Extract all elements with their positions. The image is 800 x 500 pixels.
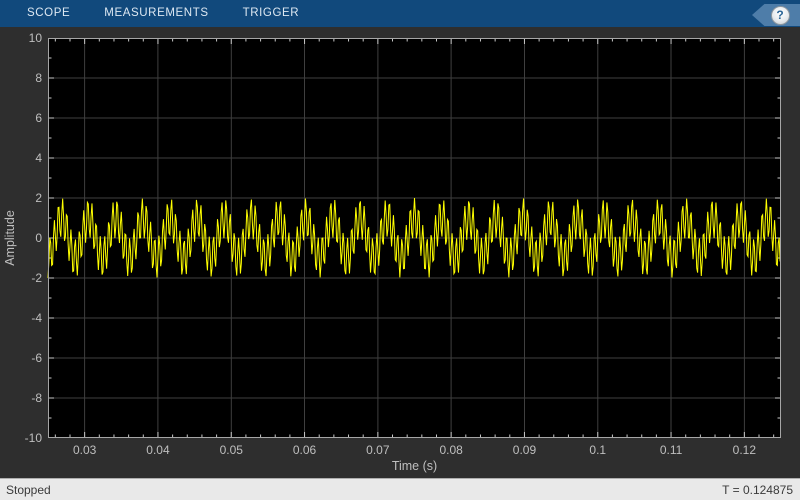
x-tick-label: 0.06 <box>293 443 317 457</box>
y-tick-label: 0 <box>35 231 42 245</box>
scope-plot-canvas: -10 -8 -6 -4 -2 0 2 4 6 8 10 0.03 0.04 0.05 0.06 0.07 0.… <box>3 31 781 473</box>
x-tick-label: 0.08 <box>439 443 463 457</box>
y-tick-label: 6 <box>35 111 42 125</box>
x-tick-label: 0.1 <box>589 443 606 457</box>
y-tick-label: -4 <box>31 311 42 325</box>
help-ribbon: ? <box>752 4 800 26</box>
x-axis-label: Time (s) <box>392 459 437 473</box>
scope-window: SCOPE MEASUREMENTS TRIGGER ? -10 -8 -6 -4 -2… <box>0 0 800 500</box>
simulation-time: T = 0.124875 <box>722 482 793 497</box>
help-button[interactable]: ? <box>770 5 790 25</box>
plot-panel: -10 -8 -6 -4 -2 0 2 4 6 8 10 0.03 0.04 0.05 0.06 0.07 0.… <box>0 27 800 478</box>
y-tick-label: 2 <box>35 191 42 205</box>
y-tick-label: 8 <box>35 71 42 85</box>
y-tick-label: -2 <box>31 271 42 285</box>
x-tick-label: 0.11 <box>660 443 683 457</box>
status-bar: Stopped T = 0.124875 <box>0 478 800 500</box>
x-tick-label: 0.03 <box>73 443 97 457</box>
y-tick-label: 10 <box>29 31 43 45</box>
y-tick-label: -6 <box>31 351 42 365</box>
y-tick-label: -8 <box>31 391 42 405</box>
tab-scope[interactable]: SCOPE <box>18 0 79 27</box>
x-tick-label: 0.05 <box>220 443 244 457</box>
x-tick-label: 0.09 <box>513 443 537 457</box>
y-axis-label: Amplitude <box>3 210 17 266</box>
x-tick-label: 0.04 <box>146 443 170 457</box>
x-tick-label: 0.07 <box>366 443 390 457</box>
y-tick-label: 4 <box>35 151 42 165</box>
toolstrip: SCOPE MEASUREMENTS TRIGGER ? <box>0 0 800 27</box>
y-tick-label: -10 <box>25 431 43 445</box>
x-tick-label: 0.12 <box>733 443 757 457</box>
status-text: Stopped <box>6 482 51 497</box>
tab-trigger[interactable]: TRIGGER <box>234 0 309 27</box>
tab-measurements[interactable]: MEASUREMENTS <box>95 0 217 27</box>
